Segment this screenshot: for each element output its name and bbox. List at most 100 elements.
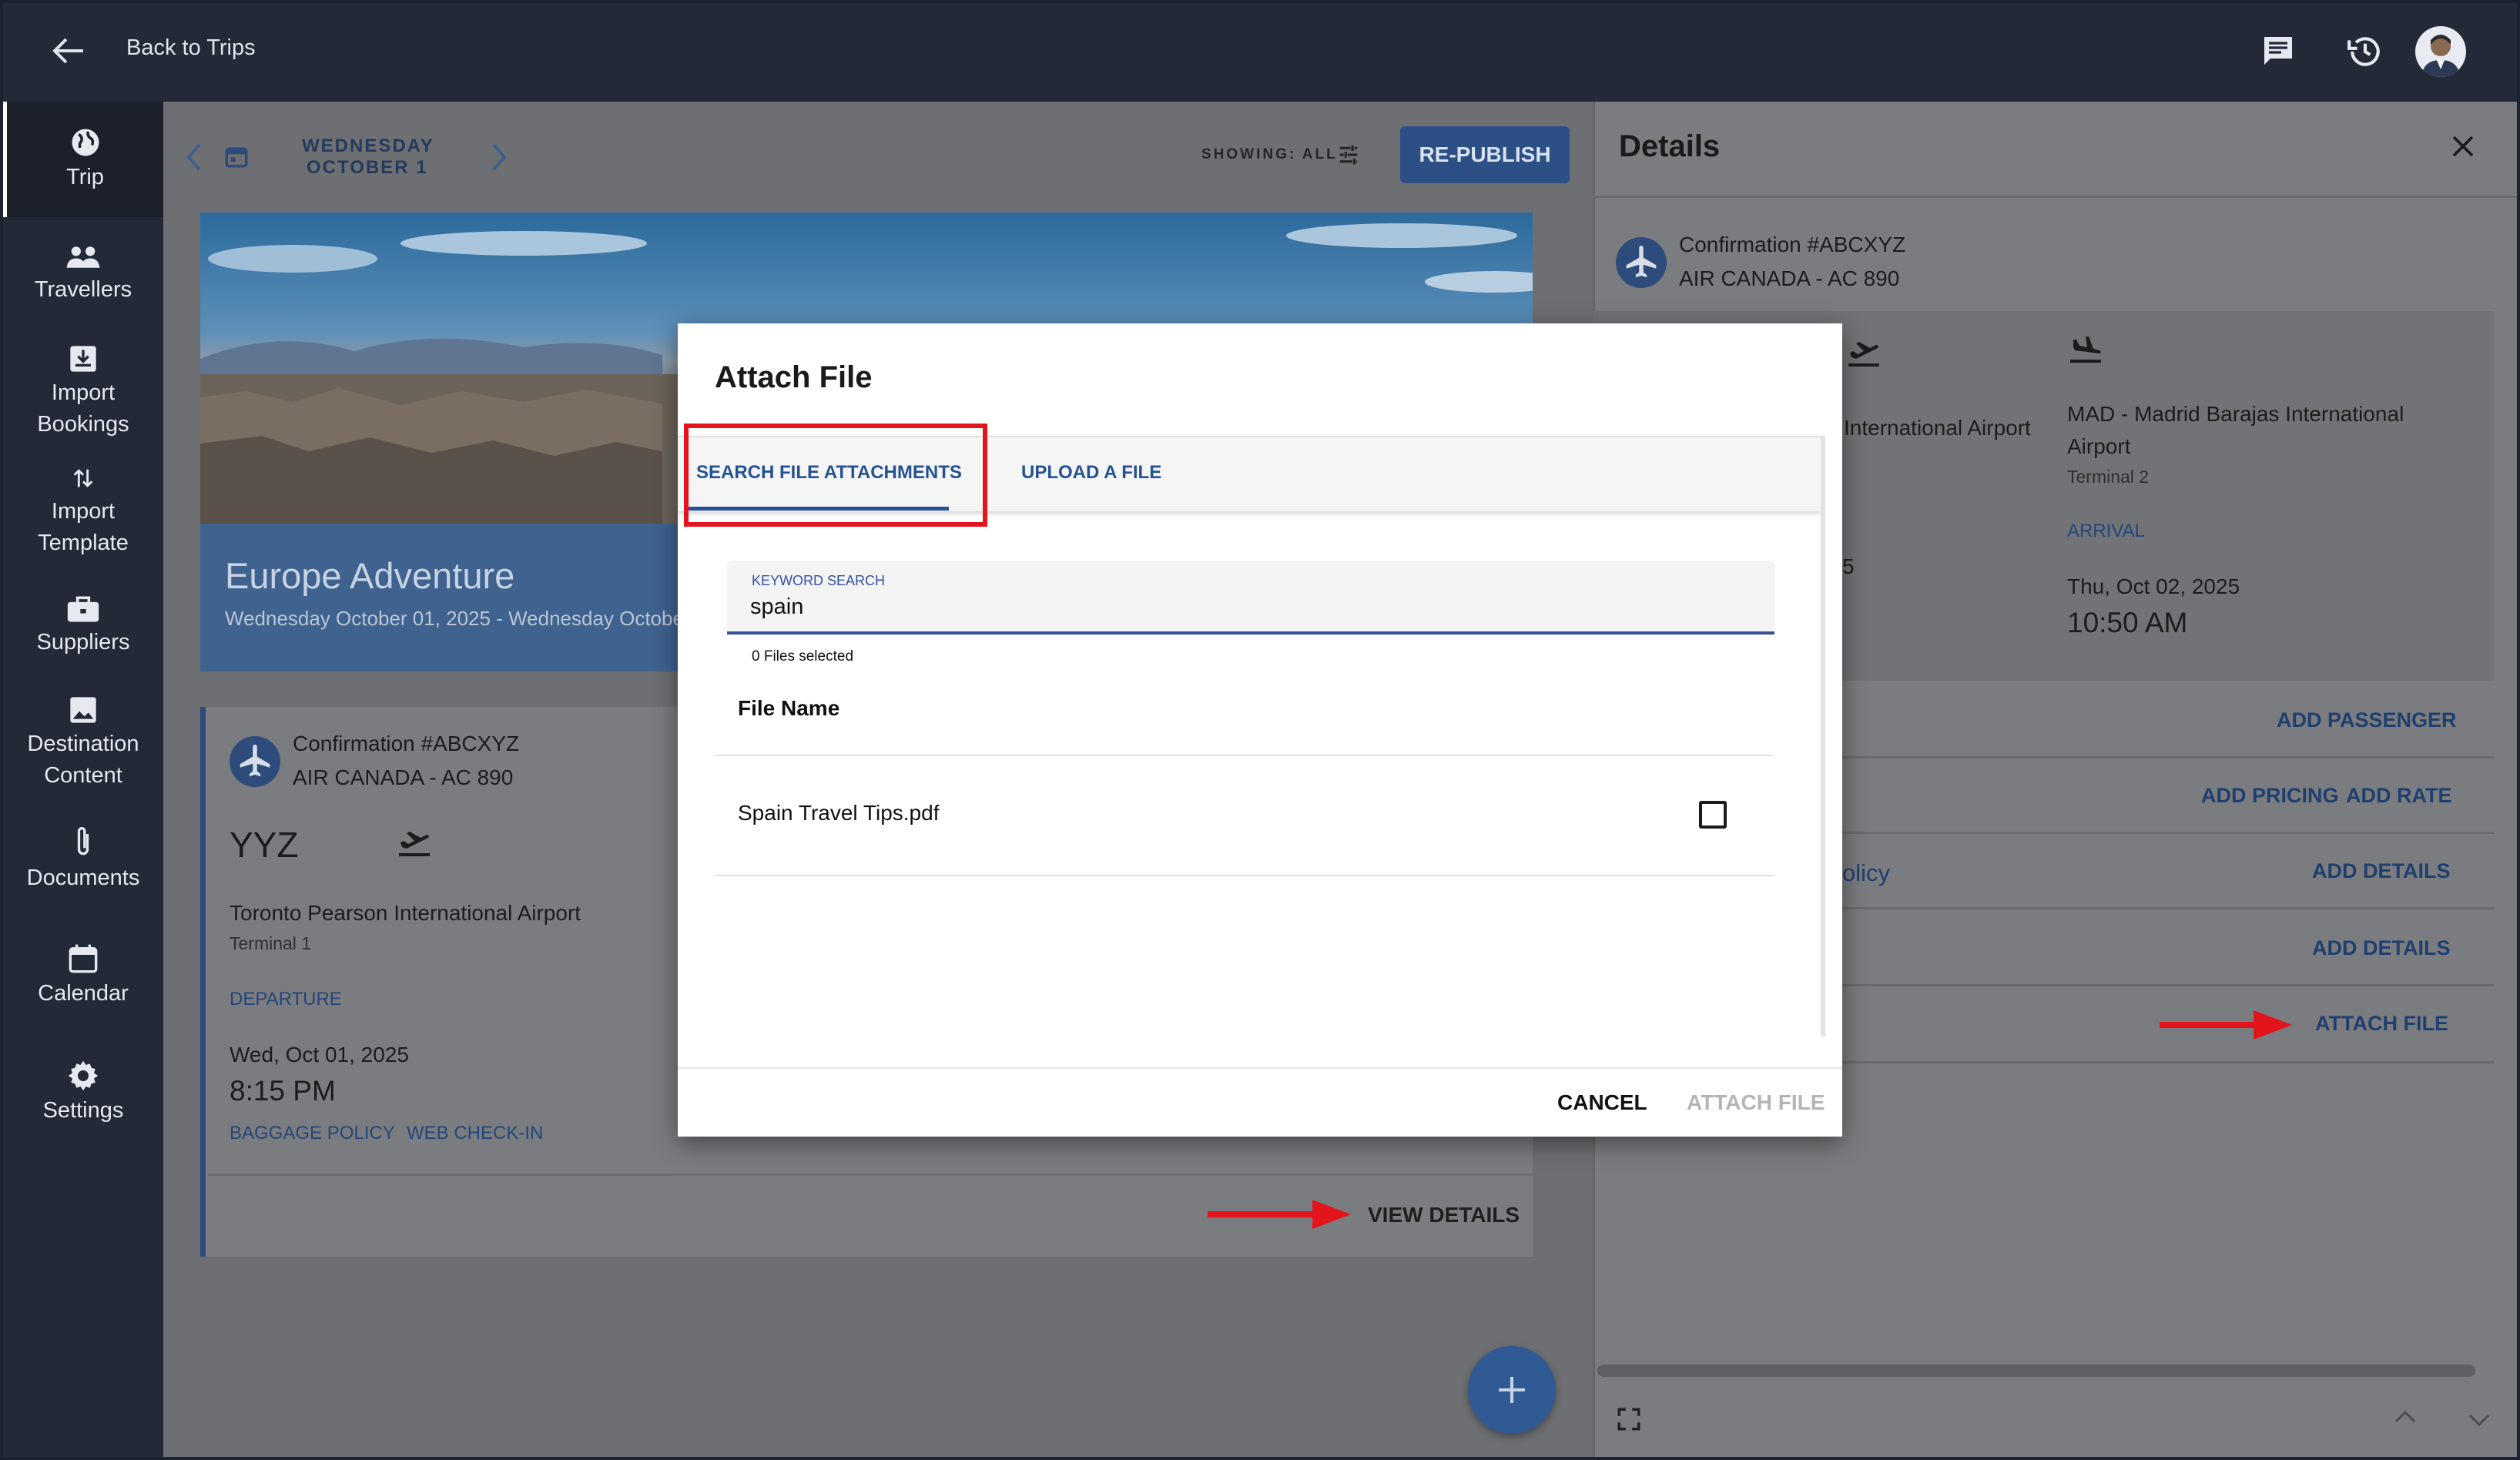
calendar-icon (69, 944, 98, 973)
row-divider (1779, 984, 2494, 986)
card-airline: AIR CANADA - AC 890 (293, 765, 514, 789)
back-arrow-icon[interactable] (51, 35, 85, 66)
sidebar-item-import-template[interactable]: Import Template (3, 464, 163, 559)
search-input[interactable]: spain (750, 594, 803, 620)
horizontal-scrollbar[interactable] (1597, 1365, 2475, 1377)
arrival-time: 10:50 AM (2067, 607, 2188, 638)
keyword-search-field[interactable]: KEYWORD SEARCH spain (727, 561, 1774, 635)
image-icon (70, 697, 96, 723)
view-details-link[interactable]: VIEW DETAILS (1368, 1203, 1520, 1227)
sidebar-item-label-2: Bookings (37, 412, 129, 437)
chevron-right-icon[interactable] (490, 142, 510, 172)
annotation-highlight-box (684, 424, 987, 527)
search-field-label: KEYWORD SEARCH (752, 573, 886, 588)
annotation-arrow-icon (2160, 1010, 2292, 1040)
import-icon (70, 346, 96, 372)
sidebar-item-travellers[interactable]: Travellers (3, 243, 163, 306)
plane-icon (230, 736, 280, 787)
day-label: WEDNESDAY (302, 136, 434, 156)
add-details-link-2[interactable]: ADD DETAILS (2312, 936, 2451, 960)
trip-title: Europe Adventure (225, 555, 515, 596)
sidebar-item-label: Import (51, 499, 116, 524)
origin-airport: Toronto Pearson International Airport (230, 901, 581, 925)
details-divider (1593, 196, 2517, 198)
date-label: OCTOBER 1 (307, 157, 428, 178)
dest-airport: MAD - Madrid Barajas International (2067, 402, 2404, 426)
details-origin-airport: International Airport (1844, 416, 2031, 440)
add-pricing-link[interactable]: ADD PRICING (2201, 784, 2339, 808)
add-passenger-link[interactable]: ADD PASSENGER (2277, 708, 2457, 732)
calendar-icon[interactable] (223, 143, 250, 169)
landing-icon (2067, 333, 2104, 365)
paperclip-icon (77, 827, 89, 856)
sidebar-item-label: Suppliers (36, 630, 130, 655)
sidebar-item-destination-content[interactable]: Destination Content (3, 695, 163, 792)
arrival-date: Thu, Oct 02, 2025 (2067, 574, 2240, 598)
attach-file-dialog: Attach File SEARCH FILE ATTACHMENTS UPLO… (678, 323, 1842, 1137)
takeoff-icon (1845, 339, 1882, 370)
departure-date: Wed, Oct 01, 2025 (230, 1043, 409, 1067)
row-divider (1779, 1061, 2494, 1063)
filter-sliders-icon[interactable] (1337, 143, 1360, 166)
back-to-trips-link[interactable]: Back to Trips (126, 35, 256, 61)
plane-icon (1616, 237, 1667, 288)
tab-upload-a-file[interactable]: UPLOAD A FILE (1021, 462, 1161, 484)
chevron-up-icon[interactable] (2394, 1409, 2417, 1425)
card-divider (208, 1174, 1533, 1176)
sidebar-item-label-2: Template (38, 531, 129, 555)
column-header-file-name: File Name (738, 696, 840, 720)
sidebar-item-calendar[interactable]: Calendar (3, 943, 163, 1010)
sidebar-item-import-bookings[interactable]: Import Bookings (3, 343, 163, 440)
add-rate-link[interactable]: ADD RATE (2346, 784, 2452, 808)
sidebar-item-label: Settings (42, 1098, 124, 1123)
details-title: Details (1619, 129, 1721, 163)
attach-file-link[interactable]: ATTACH FILE (2315, 1012, 2448, 1036)
row-divider (1779, 832, 2494, 834)
file-select-checkbox[interactable] (1699, 801, 1727, 829)
policy-link[interactable]: olicy (1842, 859, 1890, 887)
sidebar-item-documents[interactable]: Documents (3, 825, 163, 894)
sidebar-item-label-2: Content (44, 763, 122, 788)
expand-icon[interactable] (1616, 1406, 1642, 1432)
sidebar-item-trip[interactable]: Trip (3, 102, 163, 217)
table-divider (715, 755, 1774, 756)
sidebar-item-label: Trip (66, 165, 104, 189)
row-divider (1779, 907, 2494, 909)
close-icon[interactable] (2449, 132, 2477, 160)
chevron-left-icon[interactable] (183, 142, 203, 172)
details-airline: AIR CANADA - AC 890 (1679, 266, 1900, 290)
history-icon[interactable] (2346, 32, 2384, 71)
table-divider (715, 875, 1774, 876)
sidebar-item-settings[interactable]: Settings (3, 1060, 163, 1127)
dialog-title: Attach File (715, 360, 873, 394)
attach-file-button[interactable]: ATTACH FILE (1687, 1090, 1825, 1115)
trip-dates: Wednesday October 01, 2025 - Wednesday O… (225, 607, 691, 630)
chevron-down-icon[interactable] (2468, 1412, 2491, 1428)
sidebar-item-label: Destination (27, 732, 139, 756)
card-confirmation: Confirmation #ABCXYZ (293, 732, 520, 755)
sidebar-item-label: Calendar (38, 981, 129, 1006)
top-bar (3, 3, 2517, 102)
chat-icon[interactable] (2260, 32, 2297, 69)
swap-vertical-icon (73, 469, 93, 487)
gear-icon (68, 1060, 99, 1091)
sidebar: Trip Travellers Import Bookings Import T… (3, 102, 163, 1457)
details-origin-terminal-partial: 5 (1842, 554, 1855, 578)
add-details-link[interactable]: ADD DETAILS (2312, 859, 2451, 883)
arrival-label: ARRIVAL (2067, 521, 2145, 541)
add-item-button[interactable] (1468, 1346, 1556, 1434)
sidebar-item-label: Documents (26, 866, 140, 890)
table-row-file-name: Spain Travel Tips.pdf (738, 801, 940, 825)
cancel-button[interactable]: CANCEL (1557, 1090, 1647, 1115)
baggage-policy-link[interactable]: BAGGAGE POLICY (230, 1123, 395, 1144)
takeoff-icon (396, 829, 433, 859)
dialog-scrollbar[interactable] (1821, 436, 1825, 1036)
web-checkin-link[interactable]: WEB CHECK-IN (407, 1123, 543, 1144)
showing-filter-label: SHOWING: ALL (1201, 146, 1338, 162)
annotation-arrow-icon (1208, 1200, 1351, 1229)
sidebar-item-suppliers[interactable]: Suppliers (3, 594, 163, 658)
republish-button[interactable]: RE-PUBLISH (1400, 126, 1570, 183)
people-icon (66, 246, 100, 268)
avatar[interactable] (2415, 26, 2466, 77)
details-confirmation: Confirmation #ABCXYZ (1679, 233, 1906, 256)
